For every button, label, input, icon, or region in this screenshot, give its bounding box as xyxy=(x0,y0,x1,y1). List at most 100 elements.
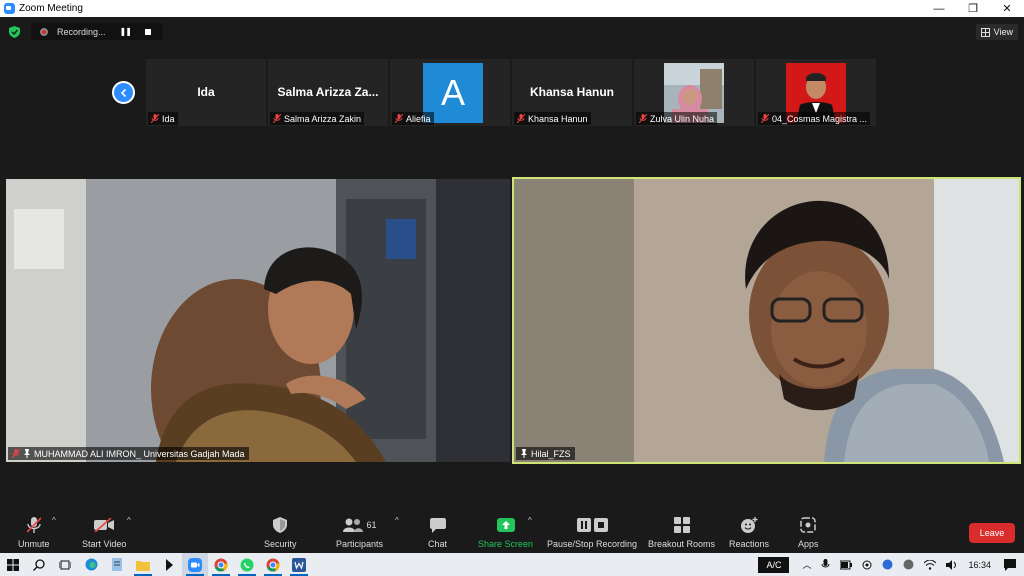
task-view-icon xyxy=(59,560,71,569)
unmute-button[interactable]: Unmute xyxy=(18,516,50,549)
reactions-label: Reactions xyxy=(729,539,770,549)
search-button[interactable] xyxy=(26,553,52,576)
pin-icon xyxy=(24,449,30,458)
view-button[interactable]: View xyxy=(975,24,1018,40)
video-feed xyxy=(6,179,510,462)
edge-taskbar-icon[interactable] xyxy=(78,553,104,576)
apps-button[interactable]: Apps xyxy=(798,516,819,549)
ac-indicator[interactable]: A/C xyxy=(758,556,790,573)
video-name: MUHAMMAD ALI IMRON_ Universitas Gadjah M… xyxy=(34,448,245,459)
action-center-icon[interactable] xyxy=(1004,558,1016,571)
share-screen-button[interactable]: Share Screen xyxy=(478,516,533,549)
mic-muted-icon xyxy=(639,114,647,123)
notepad-taskbar-icon[interactable] xyxy=(104,553,130,576)
folder-icon xyxy=(136,560,150,571)
recording-status: Recording... xyxy=(57,26,106,37)
start-video-button[interactable]: Start Video xyxy=(82,516,126,549)
video-off-icon xyxy=(94,518,115,532)
minimize-button[interactable]: — xyxy=(922,0,956,17)
share-options-caret[interactable]: ^ xyxy=(528,516,532,525)
shield-icon xyxy=(273,517,288,533)
stop-recording-icon[interactable] xyxy=(144,28,151,35)
edge-icon xyxy=(85,558,97,571)
participant-label: Salma Arizza Zakin xyxy=(270,112,365,125)
mic-muted-icon xyxy=(273,114,281,123)
notification-app-icon[interactable] xyxy=(903,559,914,570)
participant-tile[interactable]: A Aliefia xyxy=(390,59,510,126)
participant-label-text: Zulva Ulin Nuha xyxy=(650,113,715,124)
battery-icon[interactable] xyxy=(840,560,853,570)
volume-icon[interactable] xyxy=(946,559,958,570)
chat-icon xyxy=(429,517,446,533)
previous-page-button[interactable] xyxy=(112,81,135,104)
recording-indicator: Recording... ❚❚ xyxy=(31,23,163,40)
start-video-label: Start Video xyxy=(82,539,127,549)
participants-button[interactable]: 61 Participants xyxy=(336,516,383,549)
windows-logo-icon xyxy=(7,558,19,571)
chrome-profile-taskbar-icon[interactable] xyxy=(260,553,286,576)
tray-overflow-chevron-icon[interactable]: ︿ xyxy=(802,558,811,571)
video-nametag: Hilal_FZS xyxy=(516,447,575,460)
pause-stop-label: Pause/Stop Recording xyxy=(547,539,638,549)
start-button[interactable] xyxy=(0,553,26,576)
close-button[interactable]: ✕ xyxy=(990,0,1024,17)
unmute-label: Unmute xyxy=(18,539,50,549)
participants-options-caret[interactable]: ^ xyxy=(395,516,399,525)
window-title: Zoom Meeting xyxy=(19,3,83,14)
chrome-taskbar-icon[interactable] xyxy=(208,553,234,576)
share-screen-label: Share Screen xyxy=(478,539,534,549)
pause-icon xyxy=(576,518,591,532)
whatsapp-icon xyxy=(240,558,254,571)
mic-muted-icon xyxy=(26,517,41,533)
participant-video[interactable]: MUHAMMAD ALI IMRON_ Universitas Gadjah M… xyxy=(6,179,510,462)
system-tray: A/C ︿ 16:34 xyxy=(758,553,1024,576)
participant-label: Zulva Ulin Nuha xyxy=(636,112,718,125)
reactions-button[interactable]: Reactions xyxy=(729,516,769,549)
share-screen-icon xyxy=(496,518,515,532)
participant-name-display: Ida xyxy=(197,85,215,99)
security-label: Security xyxy=(264,539,297,549)
encryption-shield-icon[interactable] xyxy=(9,26,20,38)
webcam-icon[interactable] xyxy=(862,560,872,570)
breakout-rooms-button[interactable]: Breakout Rooms xyxy=(648,516,715,549)
whatsapp-taskbar-icon[interactable] xyxy=(234,553,260,576)
windows-taskbar: A/C ︿ 16:34 xyxy=(0,553,1024,576)
participant-label-text: Ida xyxy=(162,113,175,124)
video-options-caret[interactable]: ^ xyxy=(127,516,131,525)
search-icon xyxy=(33,558,45,571)
pause-stop-recording-button[interactable]: Pause/Stop Recording xyxy=(547,516,637,549)
media-player-taskbar-icon[interactable] xyxy=(156,553,182,576)
participant-tile[interactable]: Zulva Ulin Nuha xyxy=(634,59,754,126)
participant-tile[interactable]: Salma Arizza Za... Salma Arizza Zakin xyxy=(268,59,388,126)
zoom-taskbar-icon[interactable] xyxy=(182,553,208,576)
emoji-reaction-icon xyxy=(740,517,758,533)
participant-label-text: Aliefia xyxy=(406,113,431,124)
security-button[interactable]: Security xyxy=(264,516,297,549)
participant-name-display: Salma Arizza Za... xyxy=(277,85,379,99)
zoom-icon xyxy=(188,557,202,572)
leave-button[interactable]: Leave xyxy=(969,523,1015,543)
wifi-icon[interactable] xyxy=(924,559,937,570)
participant-tile[interactable]: Ida Ida xyxy=(146,59,266,126)
pin-icon xyxy=(521,449,527,458)
meeting-stage: Recording... ❚❚ View Ida Ida Salma Arizz… xyxy=(0,17,1024,511)
word-taskbar-icon[interactable] xyxy=(286,553,312,576)
microphone-icon[interactable] xyxy=(821,559,830,570)
task-view-button[interactable] xyxy=(52,553,78,576)
participants-icon xyxy=(342,518,363,532)
pause-recording-icon[interactable]: ❚❚ xyxy=(120,27,132,36)
chrome-icon xyxy=(266,558,280,571)
chat-button[interactable]: Chat xyxy=(428,516,447,549)
audio-options-caret[interactable]: ^ xyxy=(52,516,56,525)
chevron-left-icon xyxy=(120,88,126,97)
defender-shield-icon[interactable] xyxy=(882,559,893,570)
mic-muted-icon xyxy=(761,114,769,123)
clock-time[interactable]: 16:34 xyxy=(968,560,991,570)
participant-tile[interactable]: Khansa Hanun Khansa Hanun xyxy=(512,59,632,126)
play-icon xyxy=(166,558,173,571)
file-explorer-taskbar-icon[interactable] xyxy=(130,553,156,576)
mic-muted-icon xyxy=(151,114,159,123)
maximize-button[interactable]: ❐ xyxy=(956,0,990,17)
active-speaker-video[interactable]: Hilal_FZS xyxy=(512,177,1021,464)
participant-tile[interactable]: 04_Cosmas Magistra ... xyxy=(756,59,876,126)
